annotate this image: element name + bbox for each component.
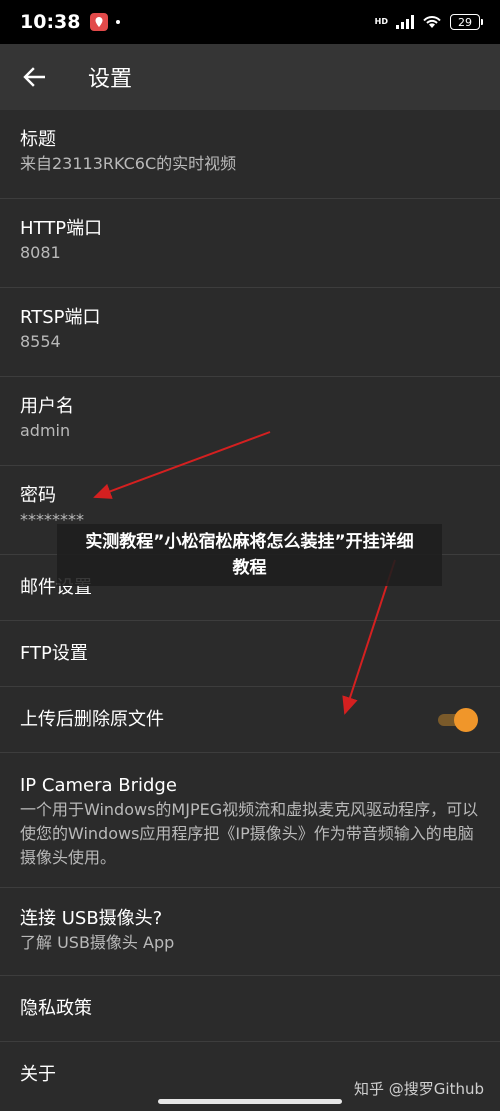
setting-label: 上传后删除原文件: [20, 708, 164, 730]
status-indicators: HD 29: [374, 14, 483, 30]
setting-delete-after-upload[interactable]: 上传后删除原文件: [0, 687, 500, 753]
overlay-text: 实测教程”小松宿松麻将怎么装挂”开挂详细教程: [85, 532, 414, 578]
signal-icon: [396, 15, 414, 29]
setting-title[interactable]: 标题 来自23113RKC6C的实时视频: [0, 110, 500, 199]
battery-level: 29: [458, 15, 472, 29]
setting-usb-camera[interactable]: 连接 USB摄像头? 了解 USB摄像头 App: [0, 888, 500, 976]
setting-label: 标题: [20, 129, 56, 150]
page-title: 设置: [88, 67, 133, 92]
setting-description: 一个用于Windows的MJPEG视频流和虚拟麦克风驱动程序，可以使您的Wind…: [20, 800, 479, 867]
notification-app-icon: [90, 13, 109, 31]
setting-ftp[interactable]: FTP设置: [0, 621, 500, 687]
back-button[interactable]: [0, 44, 68, 110]
setting-label: RTSP端口: [20, 307, 101, 328]
settings-list: 标题 来自23113RKC6C的实时视频 HTTP端口 8081 RTSP端口 …: [0, 110, 500, 1108]
app-bar: 设置: [0, 44, 500, 110]
notification-dot-icon: [116, 20, 121, 24]
setting-ip-camera-bridge[interactable]: IP Camera Bridge 一个用于Windows的MJPEG视频流和虚拟…: [0, 753, 500, 888]
status-time: 10:38: [20, 11, 81, 33]
setting-label: 隐私政策: [20, 997, 92, 1019]
setting-label: FTP设置: [20, 642, 88, 664]
arrow-left-icon: [23, 67, 45, 87]
overlay-banner: 实测教程”小松宿松麻将怎么装挂”开挂详细教程: [57, 524, 442, 586]
setting-value: 了解 USB摄像头 App: [20, 933, 175, 952]
setting-username[interactable]: 用户名 admin: [0, 377, 500, 466]
setting-value: 来自23113RKC6C的实时视频: [20, 154, 237, 173]
setting-label: 用户名: [20, 396, 74, 417]
setting-http-port[interactable]: HTTP端口 8081: [0, 199, 500, 288]
watermark: 知乎 @搜罗Github: [354, 1080, 484, 1098]
setting-value: 8554: [20, 332, 61, 351]
delete-after-upload-toggle[interactable]: [438, 708, 478, 732]
toggle-thumb: [454, 708, 478, 732]
setting-label: 连接 USB摄像头?: [20, 908, 163, 929]
battery-icon: 29: [450, 14, 483, 30]
setting-rtsp-port[interactable]: RTSP端口 8554: [0, 288, 500, 377]
setting-label: HTTP端口: [20, 218, 103, 239]
network-type-label: HD: [374, 17, 388, 26]
setting-label: IP Camera Bridge: [20, 775, 177, 796]
setting-label: 密码: [20, 485, 56, 506]
setting-label: 关于: [20, 1064, 56, 1085]
wifi-icon: [423, 16, 441, 28]
setting-value: 8081: [20, 243, 61, 262]
gesture-nav-handle[interactable]: [158, 1099, 342, 1104]
setting-privacy-policy[interactable]: 隐私政策: [0, 976, 500, 1042]
status-bar: 10:38 HD 29: [0, 0, 500, 44]
setting-value: admin: [20, 421, 71, 440]
